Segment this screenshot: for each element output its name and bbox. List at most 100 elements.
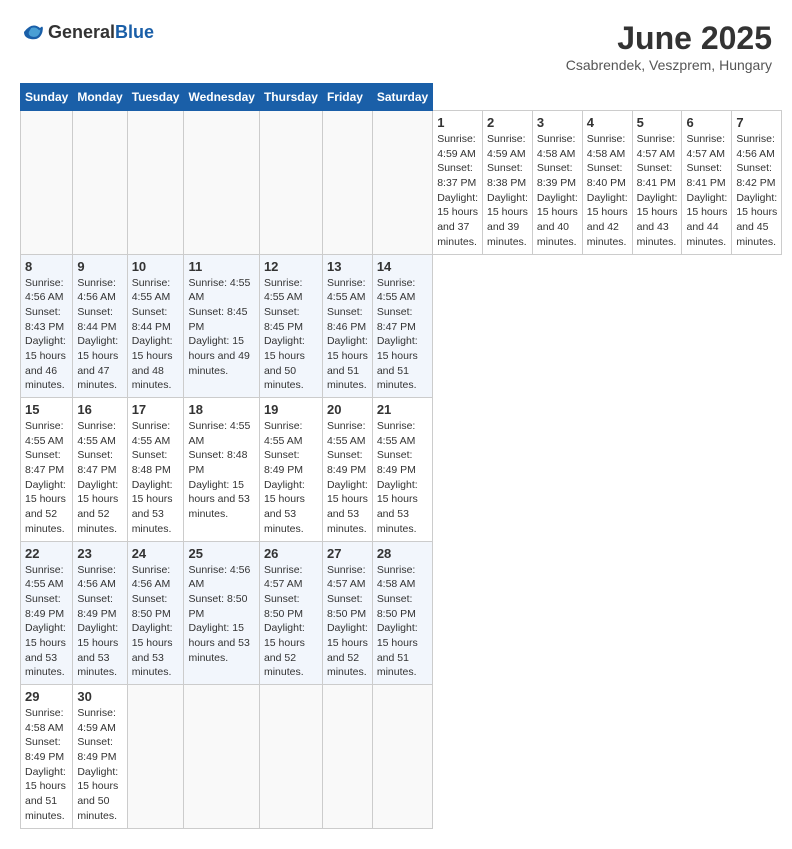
calendar-day-16: 16Sunrise: 4:55 AMSunset: 8:47 PMDayligh… xyxy=(73,398,127,542)
calendar-day-2: 2 Sunrise: 4:59 AMSunset: 8:38 PMDaylight… xyxy=(483,111,533,255)
day-info: Sunrise: 4:55 AMSunset: 8:49 PMDaylight:… xyxy=(377,419,428,537)
empty-cell xyxy=(73,111,127,255)
day-number: 11 xyxy=(188,259,254,274)
calendar-week-4: 22Sunrise: 4:55 AMSunset: 8:49 PMDayligh… xyxy=(21,541,782,685)
day-number: 18 xyxy=(188,402,254,417)
calendar-week-5: 29Sunrise: 4:58 AMSunset: 8:49 PMDayligh… xyxy=(21,685,782,829)
day-info: Sunrise: 4:56 AMSunset: 8:50 PMDaylight:… xyxy=(132,563,180,681)
calendar-week-2: 8 Sunrise: 4:56 AMSunset: 8:43 PMDaylight… xyxy=(21,254,782,398)
day-info: Sunrise: 4:57 AMSunset: 8:41 PMDaylight:… xyxy=(637,132,678,250)
day-number: 21 xyxy=(377,402,428,417)
calendar-day-23: 23Sunrise: 4:56 AMSunset: 8:49 PMDayligh… xyxy=(73,541,127,685)
day-info: Sunrise: 4:55 AMSunset: 8:49 PMDaylight:… xyxy=(327,419,368,537)
day-number: 19 xyxy=(264,402,318,417)
day-number: 3 xyxy=(537,115,578,130)
empty-cell xyxy=(372,685,432,829)
weekday-header-friday: Friday xyxy=(322,84,372,111)
day-info: Sunrise: 4:57 AMSunset: 8:41 PMDaylight:… xyxy=(686,132,727,250)
logo: GeneralBlue xyxy=(20,20,154,44)
empty-cell xyxy=(322,685,372,829)
day-info: Sunrise: 4:56 AMSunset: 8:42 PMDaylight:… xyxy=(736,132,777,250)
weekday-header-monday: Monday xyxy=(73,84,127,111)
day-info: Sunrise: 4:55 AMSunset: 8:47 PMDaylight:… xyxy=(77,419,122,537)
calendar-day-8: 8 Sunrise: 4:56 AMSunset: 8:43 PMDaylight… xyxy=(21,254,73,398)
month-title: June 2025 xyxy=(566,20,772,57)
calendar-day-25: 25 Sunrise: 4:56 AMSunset: 8:50 PMDayligh… xyxy=(184,541,259,685)
calendar-day-10: 10 Sunrise: 4:55 AMSunset: 8:44 PMDayligh… xyxy=(127,254,184,398)
calendar-day-26: 26 Sunrise: 4:57 AMSunset: 8:50 PMDayligh… xyxy=(259,541,322,685)
location-title: Csabrendek, Veszprem, Hungary xyxy=(566,57,772,73)
day-number: 13 xyxy=(327,259,368,274)
calendar-day-27: 27Sunrise: 4:57 AMSunset: 8:50 PMDayligh… xyxy=(322,541,372,685)
calendar-day-14: 14Sunrise: 4:55 AMSunset: 8:47 PMDayligh… xyxy=(372,254,432,398)
day-info: Sunrise: 4:55 AMSunset: 8:47 PMDaylight:… xyxy=(25,419,68,537)
weekday-header-row: SundayMondayTuesdayWednesdayThursdayFrid… xyxy=(21,84,782,111)
day-info: Sunrise: 4:58 AMSunset: 8:39 PMDaylight:… xyxy=(537,132,578,250)
weekday-header-sunday: Sunday xyxy=(21,84,73,111)
day-info: Sunrise: 4:55 AMSunset: 8:48 PMDaylight:… xyxy=(188,419,254,522)
day-info: Sunrise: 4:57 AMSunset: 8:50 PMDaylight:… xyxy=(264,563,318,681)
page-header: GeneralBlue June 2025 Csabrendek, Veszpr… xyxy=(20,20,772,73)
empty-cell xyxy=(127,111,184,255)
empty-cell xyxy=(127,685,184,829)
day-info: Sunrise: 4:59 AMSunset: 8:37 PMDaylight:… xyxy=(437,132,478,250)
calendar-day-20: 20 Sunrise: 4:55 AMSunset: 8:49 PMDayligh… xyxy=(322,398,372,542)
calendar-day-5: 5 Sunrise: 4:57 AMSunset: 8:41 PMDaylight… xyxy=(632,111,682,255)
calendar-day-6: 6 Sunrise: 4:57 AMSunset: 8:41 PMDaylight… xyxy=(682,111,732,255)
empty-cell xyxy=(184,685,259,829)
day-info: Sunrise: 4:58 AMSunset: 8:40 PMDaylight:… xyxy=(587,132,628,250)
title-area: June 2025 Csabrendek, Veszprem, Hungary xyxy=(566,20,772,73)
calendar-day-30: 30Sunrise: 4:59 AMSunset: 8:49 PMDayligh… xyxy=(73,685,127,829)
day-info: Sunrise: 4:56 AMSunset: 8:50 PMDaylight:… xyxy=(188,563,254,666)
weekday-header-saturday: Saturday xyxy=(372,84,432,111)
day-number: 10 xyxy=(132,259,180,274)
logo-general: General xyxy=(48,22,115,42)
calendar-day-9: 9Sunrise: 4:56 AMSunset: 8:44 PMDaylight… xyxy=(73,254,127,398)
day-number: 26 xyxy=(264,546,318,561)
calendar-day-29: 29Sunrise: 4:58 AMSunset: 8:49 PMDayligh… xyxy=(21,685,73,829)
day-number: 12 xyxy=(264,259,318,274)
calendar-week-1: 1 Sunrise: 4:59 AMSunset: 8:37 PMDaylight… xyxy=(21,111,782,255)
day-number: 25 xyxy=(188,546,254,561)
day-number: 4 xyxy=(587,115,628,130)
calendar-day-11: 11Sunrise: 4:55 AMSunset: 8:45 PMDayligh… xyxy=(184,254,259,398)
day-info: Sunrise: 4:56 AMSunset: 8:43 PMDaylight:… xyxy=(25,276,68,394)
calendar-table: SundayMondayTuesdayWednesdayThursdayFrid… xyxy=(20,83,782,829)
calendar-day-7: 7Sunrise: 4:56 AMSunset: 8:42 PMDaylight… xyxy=(732,111,782,255)
day-info: Sunrise: 4:55 AMSunset: 8:44 PMDaylight:… xyxy=(132,276,180,394)
day-number: 23 xyxy=(77,546,122,561)
logo-icon xyxy=(20,20,44,44)
empty-cell xyxy=(372,111,432,255)
calendar-day-15: 15Sunrise: 4:55 AMSunset: 8:47 PMDayligh… xyxy=(21,398,73,542)
day-number: 8 xyxy=(25,259,68,274)
day-info: Sunrise: 4:55 AMSunset: 8:49 PMDaylight:… xyxy=(25,563,68,681)
calendar-day-17: 17Sunrise: 4:55 AMSunset: 8:48 PMDayligh… xyxy=(127,398,184,542)
empty-cell xyxy=(184,111,259,255)
calendar-day-3: 3 Sunrise: 4:58 AMSunset: 8:39 PMDaylight… xyxy=(532,111,582,255)
day-info: Sunrise: 4:55 AMSunset: 8:46 PMDaylight:… xyxy=(327,276,368,394)
calendar-day-21: 21 Sunrise: 4:55 AMSunset: 8:49 PMDayligh… xyxy=(372,398,432,542)
day-number: 2 xyxy=(487,115,528,130)
calendar-day-1: 1 Sunrise: 4:59 AMSunset: 8:37 PMDaylight… xyxy=(433,111,483,255)
day-info: Sunrise: 4:55 AMSunset: 8:49 PMDaylight:… xyxy=(264,419,318,537)
day-number: 27 xyxy=(327,546,368,561)
empty-cell xyxy=(259,111,322,255)
day-number: 9 xyxy=(77,259,122,274)
day-number: 5 xyxy=(637,115,678,130)
calendar-day-28: 28 Sunrise: 4:58 AMSunset: 8:50 PMDayligh… xyxy=(372,541,432,685)
day-number: 28 xyxy=(377,546,428,561)
day-info: Sunrise: 4:55 AMSunset: 8:45 PMDaylight:… xyxy=(264,276,318,394)
calendar-day-22: 22Sunrise: 4:55 AMSunset: 8:49 PMDayligh… xyxy=(21,541,73,685)
logo-blue: Blue xyxy=(115,22,154,42)
day-info: Sunrise: 4:59 AMSunset: 8:38 PMDaylight:… xyxy=(487,132,528,250)
weekday-header-tuesday: Tuesday xyxy=(127,84,184,111)
day-number: 1 xyxy=(437,115,478,130)
day-info: Sunrise: 4:55 AMSunset: 8:47 PMDaylight:… xyxy=(377,276,428,394)
calendar-day-12: 12 Sunrise: 4:55 AMSunset: 8:45 PMDayligh… xyxy=(259,254,322,398)
day-number: 6 xyxy=(686,115,727,130)
empty-cell xyxy=(259,685,322,829)
calendar-week-3: 15Sunrise: 4:55 AMSunset: 8:47 PMDayligh… xyxy=(21,398,782,542)
day-info: Sunrise: 4:55 AMSunset: 8:48 PMDaylight:… xyxy=(132,419,180,537)
day-number: 20 xyxy=(327,402,368,417)
day-info: Sunrise: 4:58 AMSunset: 8:50 PMDaylight:… xyxy=(377,563,428,681)
